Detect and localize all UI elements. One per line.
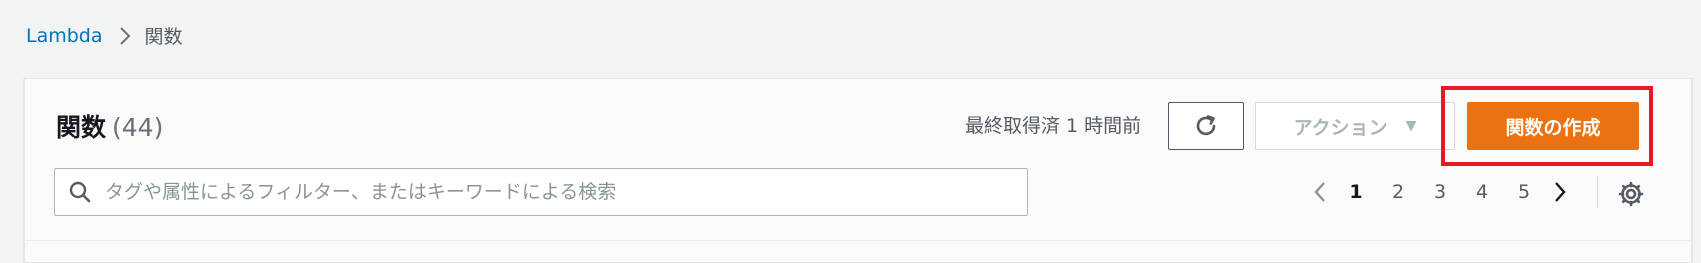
page-1[interactable]: 1 bbox=[1335, 181, 1377, 203]
breadcrumb-current: 関数 bbox=[144, 26, 183, 48]
page-2[interactable]: 2 bbox=[1377, 181, 1419, 203]
pagination: 1 2 3 4 5 bbox=[1305, 172, 1575, 212]
refresh-icon bbox=[1193, 113, 1219, 139]
pagination-divider bbox=[1597, 176, 1598, 208]
page-5[interactable]: 5 bbox=[1503, 181, 1545, 203]
actions-dropdown[interactable]: アクション ▼ bbox=[1255, 102, 1455, 150]
refresh-button[interactable] bbox=[1168, 102, 1244, 150]
page-title: 関数 (44) bbox=[56, 108, 163, 144]
create-function-button[interactable]: 関数の作成 bbox=[1467, 102, 1639, 150]
search-icon bbox=[69, 181, 91, 203]
panel-divider bbox=[24, 240, 1692, 241]
function-count: (44) bbox=[112, 113, 164, 142]
breadcrumb: Lambda 関数 bbox=[26, 22, 183, 49]
page-4[interactable]: 4 bbox=[1461, 181, 1503, 203]
chevron-right-icon bbox=[119, 26, 131, 46]
search-input[interactable] bbox=[103, 180, 1027, 204]
chevron-right-icon[interactable] bbox=[1545, 180, 1575, 204]
actions-label: アクション bbox=[1293, 116, 1388, 139]
create-function-label: 関数の作成 bbox=[1505, 116, 1601, 139]
search-box bbox=[54, 168, 1028, 216]
breadcrumb-lambda-link[interactable]: Lambda bbox=[26, 25, 103, 47]
last-fetched-text: 最終取得済 1 時間前 bbox=[965, 115, 1142, 137]
caret-down-icon: ▼ bbox=[1405, 118, 1417, 134]
gear-icon[interactable] bbox=[1615, 178, 1647, 210]
chevron-left-icon[interactable] bbox=[1305, 180, 1335, 204]
page-title-text: 関数 bbox=[56, 113, 107, 142]
page-3[interactable]: 3 bbox=[1419, 181, 1461, 203]
